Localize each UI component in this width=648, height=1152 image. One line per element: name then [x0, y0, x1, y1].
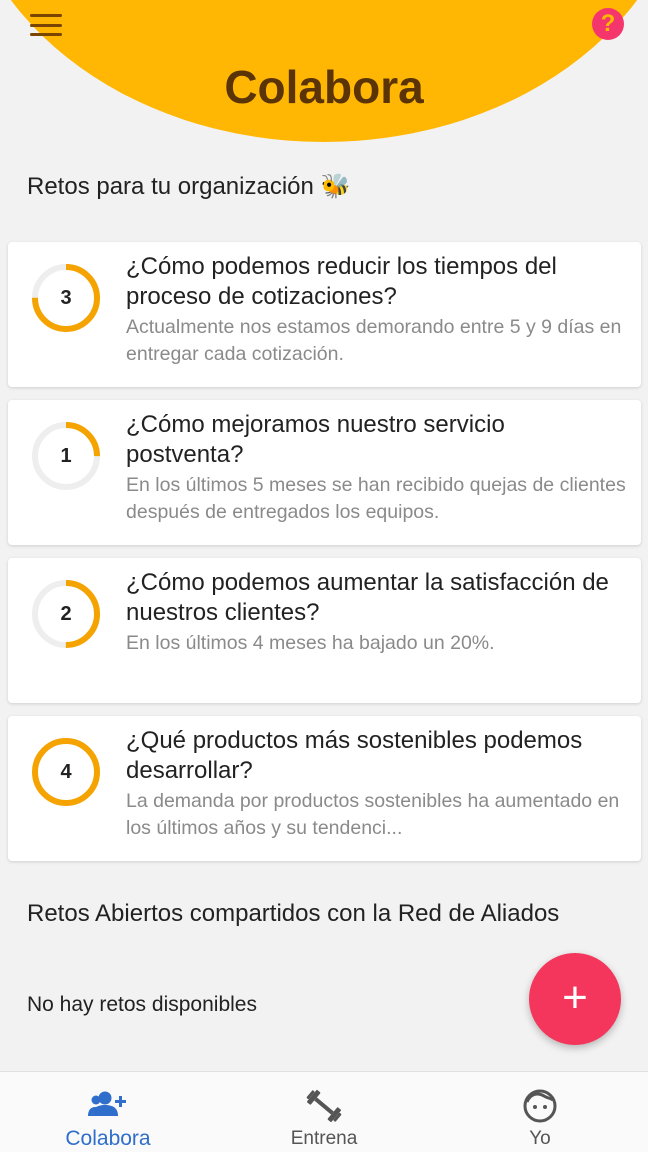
- challenge-number: 3: [60, 287, 72, 309]
- challenge-description: En los últimos 4 meses ha bajado un 20%.: [126, 632, 495, 654]
- challenge-card[interactable]: 3 ¿Cómo podemos reducir los tiempos del …: [8, 242, 641, 387]
- section-title-open: Retos Abiertos compartidos con la Red de…: [27, 900, 560, 927]
- add-user-icon: [88, 1091, 126, 1116]
- bottom-nav: Colabora Entrena Yo: [0, 1071, 648, 1152]
- nav-label: Colabora: [65, 1127, 151, 1150]
- menu-button[interactable]: [30, 12, 62, 38]
- section-title-text: Retos para tu organización: [27, 173, 314, 200]
- section-title-organization: Retos para tu organización 🐝: [27, 172, 350, 201]
- menu-icon-line: [30, 23, 62, 27]
- nav-label: Yo: [529, 1128, 551, 1149]
- progress-ring: 4: [30, 736, 102, 808]
- progress-ring: 1: [30, 420, 102, 492]
- challenge-title: ¿Cómo podemos reducir los tiempos del pr…: [126, 253, 557, 310]
- menu-icon-line: [30, 14, 62, 17]
- plus-icon: +: [562, 973, 588, 1022]
- challenge-description: En los últimos 5 meses se han recibido q…: [126, 474, 626, 523]
- help-icon: ?: [600, 10, 616, 37]
- nav-item-entrena[interactable]: Entrena: [216, 1072, 432, 1152]
- challenge-number: 1: [60, 445, 72, 467]
- progress-ring: 3: [30, 262, 102, 334]
- empty-state-text: No hay retos disponibles: [27, 993, 257, 1016]
- nav-label: Entrena: [290, 1128, 358, 1149]
- challenge-title: ¿Cómo podemos aumentar la satisfacción d…: [126, 569, 609, 626]
- nav-item-yo[interactable]: Yo: [432, 1072, 648, 1152]
- screen: ? Colabora Retos para tu organización 🐝 …: [0, 0, 648, 1152]
- challenge-description: La demanda por productos sostenibles ha …: [126, 790, 620, 839]
- menu-icon-line: [30, 33, 62, 36]
- challenge-card[interactable]: 2 ¿Cómo podemos aumentar la satisfacción…: [8, 558, 641, 703]
- challenge-number: 2: [60, 603, 72, 625]
- challenge-title: ¿Qué productos más sostenibles podemos d…: [126, 727, 583, 784]
- page-title: Colabora: [224, 61, 424, 113]
- add-challenge-button[interactable]: +: [529, 953, 621, 1045]
- challenge-title: ¿Cómo mejoramos nuestro servicio postven…: [126, 411, 505, 468]
- help-button[interactable]: ?: [592, 8, 624, 40]
- challenge-number: 4: [60, 761, 72, 783]
- challenge-card[interactable]: 4 ¿Qué productos más sostenibles podemos…: [8, 716, 641, 861]
- progress-ring: 2: [30, 578, 102, 650]
- bee-icon: 🐝: [320, 173, 351, 200]
- dumbbell-icon: [306, 1089, 342, 1123]
- challenge-description: Actualmente nos estamos demorando entre …: [126, 316, 622, 365]
- nav-item-colabora[interactable]: Colabora: [0, 1072, 216, 1152]
- face-icon: [523, 1089, 557, 1123]
- challenge-card[interactable]: 1 ¿Cómo mejoramos nuestro servicio postv…: [8, 400, 641, 545]
